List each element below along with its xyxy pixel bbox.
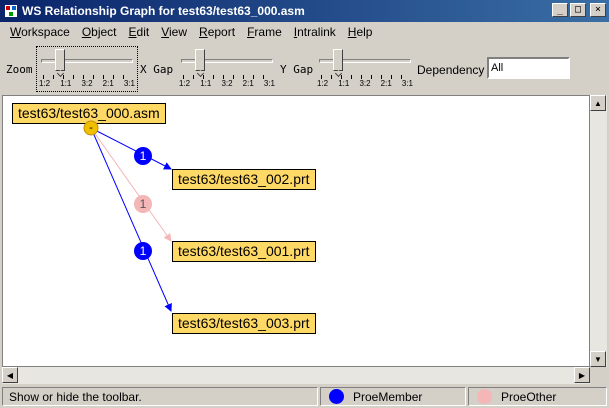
count-label: 1 [140, 197, 147, 211]
proe-other-dot-icon [477, 389, 492, 404]
menu-frame[interactable]: Frame [241, 25, 288, 39]
slider-tick-label: 1:1 [338, 79, 350, 88]
edge-to-003 [90, 127, 172, 312]
status-bar: Show or hide the toolbar. ProeMember Pro… [0, 385, 609, 407]
node-test63-003[interactable]: test63/test63_003.prt [172, 313, 316, 334]
slider-tick-label: 1:2 [317, 79, 329, 88]
slider-tick-label: 2:1 [242, 79, 254, 88]
title-bar: WS Relationship Graph for test63/test63_… [0, 0, 609, 22]
maximize-button[interactable]: □ [570, 3, 586, 17]
other-count-badge-001: 1 [134, 195, 152, 213]
member-count-badge-003: 1 [134, 242, 152, 260]
slider-tick-label: 3:2 [221, 79, 233, 88]
minimize-button[interactable]: _ [552, 3, 568, 17]
slider-tick-label: 3:1 [123, 79, 135, 88]
slider-tick-label: 1:1 [200, 79, 212, 88]
scroll-down-button[interactable]: ▼ [590, 351, 606, 367]
legend-proe-other: ProeOther [468, 387, 607, 406]
scroll-up-button[interactable]: ▲ [590, 95, 606, 111]
legend-label: ProeOther [501, 389, 557, 404]
horizontal-scrollbar[interactable]: ◀ ▶ [2, 367, 590, 384]
menu-help[interactable]: Help [342, 25, 379, 39]
menu-edit[interactable]: Edit [123, 25, 156, 39]
count-label: 1 [140, 244, 147, 258]
menu-intralink[interactable]: Intralink [288, 25, 342, 39]
node-test63-001[interactable]: test63/test63_001.prt [172, 241, 316, 262]
scrollbar-corner [590, 367, 607, 384]
node-test63-002[interactable]: test63/test63_002.prt [172, 169, 316, 190]
slider-tick-label: 3:2 [359, 79, 371, 88]
edge-to-002 [90, 127, 172, 170]
window-controls: _ □ × [552, 3, 606, 17]
slider-tick-label: 3:1 [401, 79, 413, 88]
slider-tick-label: 3:1 [263, 79, 275, 88]
count-label: 1 [140, 149, 147, 163]
dependency-label: Dependency [417, 63, 485, 77]
vertical-scrollbar[interactable]: ▲ ▼ [590, 95, 607, 367]
legend-proe-member: ProeMember [320, 387, 466, 406]
slider-tick-label: 2:1 [102, 79, 114, 88]
menu-object[interactable]: Object [76, 25, 123, 39]
xgap-label: X Gap [140, 63, 174, 76]
close-button[interactable]: × [590, 3, 606, 17]
legend-label: ProeMember [353, 389, 423, 404]
status-message: Show or hide the toolbar. [2, 387, 318, 406]
collapse-badge[interactable]: - [83, 120, 99, 136]
slider-tick-label: 1:2 [39, 79, 51, 88]
scroll-left-button[interactable]: ◀ [2, 367, 18, 383]
menu-bar: Workspace Object Edit View Report Frame Intral… [0, 22, 609, 42]
window-title: WS Relationship Graph for test63/test63_… [22, 4, 305, 18]
app-icon [5, 5, 17, 17]
zoom-slider-thumb[interactable] [55, 49, 66, 71]
zoom-label: Zoom [6, 63, 33, 76]
member-count-badge-002: 1 [134, 147, 152, 165]
xgap-slider-thumb[interactable] [195, 49, 206, 71]
ygap-slider-thumb[interactable] [333, 49, 344, 71]
slider-tick-label: 3:2 [81, 79, 93, 88]
proe-member-dot-icon [329, 389, 344, 404]
zoom-slider[interactable]: 1:2 1:1 3:2 2:1 3:1 [36, 46, 138, 92]
dependency-field[interactable] [487, 57, 570, 79]
slider-tick-label: 2:1 [380, 79, 392, 88]
menu-view[interactable]: View [155, 25, 193, 39]
collapse-badge-label: - [89, 122, 93, 134]
ygap-slider[interactable]: 1:2 1:1 3:2 2:1 3:1 [315, 47, 415, 91]
ygap-label: Y Gap [280, 63, 314, 76]
menu-report[interactable]: Report [193, 25, 241, 39]
menu-workspace[interactable]: Workspace [4, 25, 76, 39]
slider-tick-label: 1:2 [179, 79, 191, 88]
edge-to-001 [90, 127, 172, 242]
slider-tick-label: 1:1 [60, 79, 72, 88]
scroll-right-button[interactable]: ▶ [574, 367, 590, 383]
xgap-slider[interactable]: 1:2 1:1 3:2 2:1 3:1 [177, 47, 277, 91]
graph-canvas[interactable]: test63/test63_000.asm - 1 1 1 test63/tes… [2, 95, 590, 367]
